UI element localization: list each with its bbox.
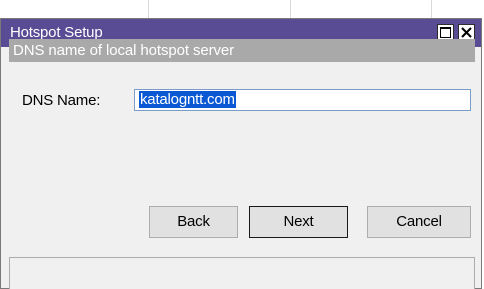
- cancel-button[interactable]: Cancel: [367, 206, 471, 238]
- dns-name-value: katalogntt.com: [139, 91, 236, 108]
- maximize-icon: [440, 27, 451, 38]
- background-divider: [290, 0, 291, 18]
- status-bar: [9, 257, 475, 289]
- background-divider: [431, 0, 432, 18]
- background-divider: [148, 0, 149, 18]
- back-button[interactable]: Back: [149, 206, 238, 238]
- step-description: DNS name of local hotspot server: [13, 42, 235, 59]
- dns-name-input[interactable]: katalogntt.com: [134, 89, 471, 111]
- dns-name-label: DNS Name:: [22, 92, 101, 109]
- step-header: DNS name of local hotspot server: [9, 39, 475, 62]
- close-icon: [461, 27, 472, 38]
- next-button[interactable]: Next: [249, 206, 348, 238]
